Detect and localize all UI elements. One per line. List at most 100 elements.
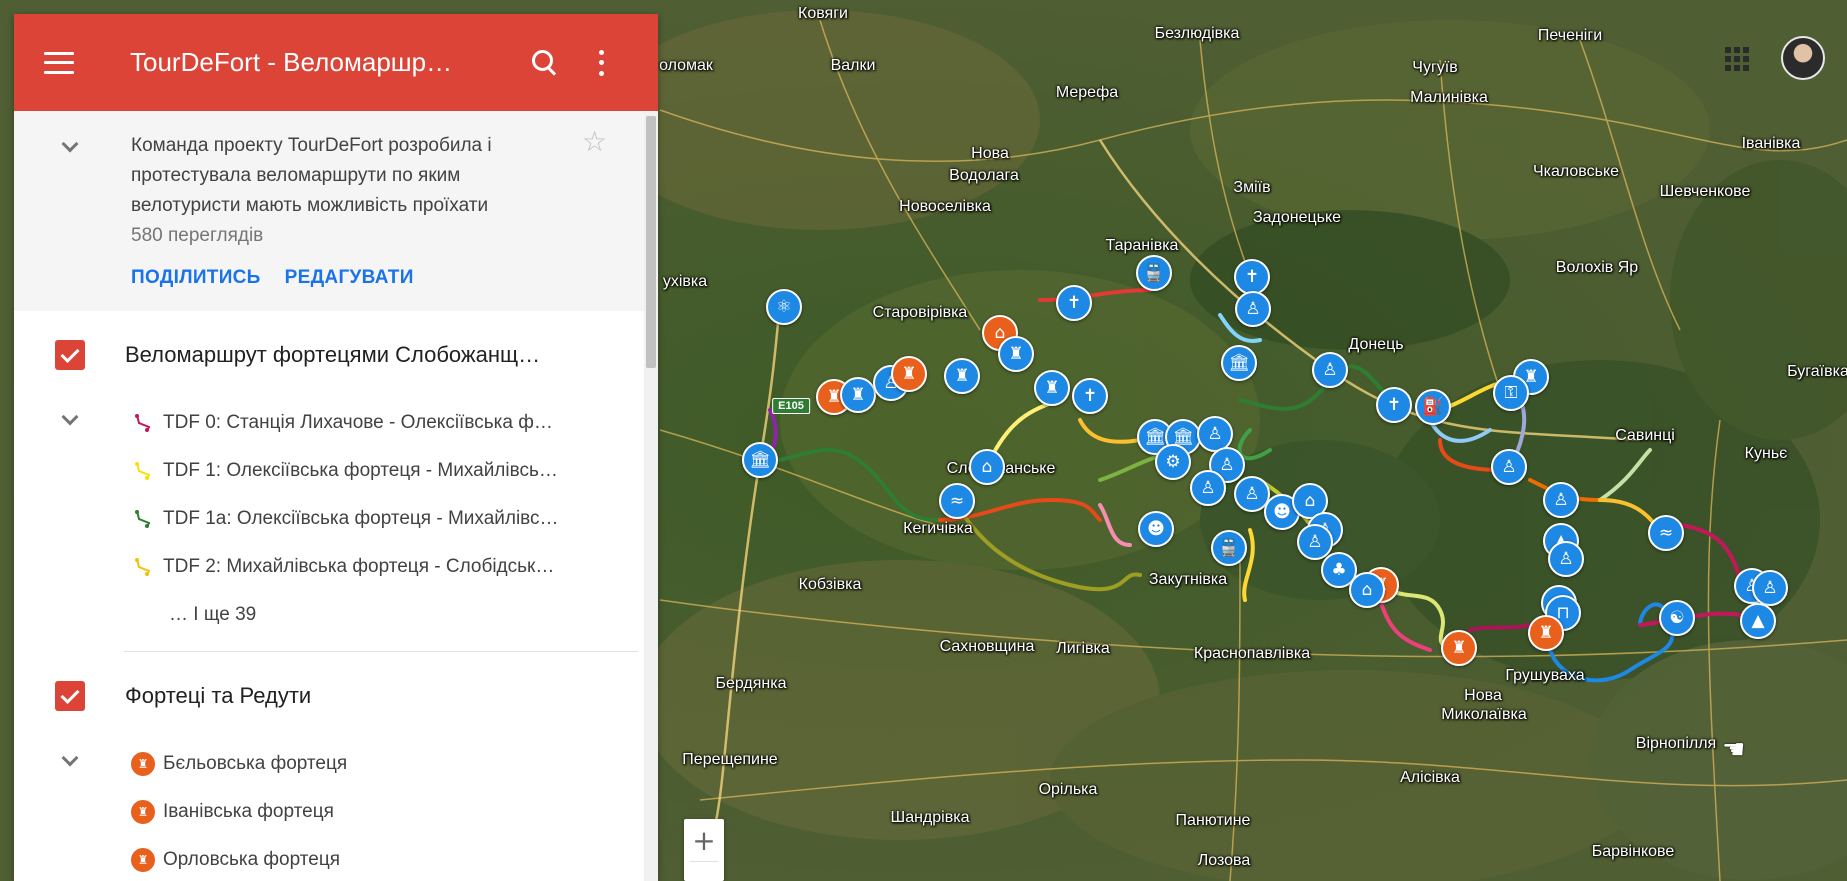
place-label: Нова xyxy=(1464,687,1502,704)
cross-icon[interactable]: ✝ xyxy=(1056,285,1092,321)
mountain-icon[interactable]: ▲ xyxy=(1740,603,1776,639)
list-item[interactable]: ♜ Іванівська фортеця xyxy=(14,788,658,836)
edit-button[interactable]: РЕДАГУВАТИ xyxy=(285,267,414,289)
place-label: Шевченкове xyxy=(1659,183,1751,200)
place-label: Миколаївка xyxy=(1441,706,1527,723)
monument-icon[interactable]: ♙ xyxy=(1235,291,1271,327)
place-label: Печеніги xyxy=(1537,27,1603,44)
fort-icon[interactable]: ♜ xyxy=(840,377,876,413)
place-label: оломак xyxy=(659,57,713,74)
atom-icon[interactable]: ⚛ xyxy=(766,289,802,325)
fort-icon[interactable]: ♜ xyxy=(944,358,980,394)
monument-icon[interactable]: ♙ xyxy=(1543,482,1579,518)
monument-icon[interactable]: ♙ xyxy=(1491,449,1527,485)
zoom-control: + xyxy=(684,819,724,881)
train-icon[interactable]: 🚆 xyxy=(1211,530,1247,566)
menu-icon[interactable] xyxy=(44,51,74,74)
place-label: Шандрівка xyxy=(890,809,970,826)
fort-icon[interactable]: ♜ xyxy=(891,356,927,392)
place-label: Краснопавлівка xyxy=(1193,645,1311,662)
fort-icon: ♜ xyxy=(131,752,155,776)
place-label: Малинівка xyxy=(1410,89,1488,106)
place-label: Бугаївка xyxy=(1787,363,1847,380)
fort-icon[interactable]: ♜ xyxy=(1528,615,1564,651)
factory-icon[interactable]: ⚙ xyxy=(1155,444,1191,480)
monument-icon[interactable]: ♙ xyxy=(1312,352,1348,388)
place-label: Новоселівка xyxy=(899,198,991,215)
museum-icon[interactable]: 🏛 xyxy=(742,442,778,478)
swim-icon[interactable]: ≈ xyxy=(1648,515,1684,551)
place-label: Орілька xyxy=(1038,781,1098,798)
fort-icon[interactable]: ♜ xyxy=(1034,370,1070,406)
train-icon[interactable]: 🚆 xyxy=(1136,255,1172,291)
list-item[interactable]: TDF 2: Михайлівська фортеця - Слобідськ… xyxy=(14,543,658,591)
share-button[interactable]: ПОДІЛИТИСЬ xyxy=(131,267,261,289)
place-label: Лигівка xyxy=(1056,640,1110,657)
zoom-in-button[interactable]: + xyxy=(684,819,724,861)
layer-items: TDF 0: Станція Лихачове - Олексіївська ф… xyxy=(14,399,658,639)
monument-icon[interactable]: ♙ xyxy=(1190,470,1226,506)
place-label: Зміїв xyxy=(1233,179,1271,196)
zoom-divider xyxy=(690,861,718,862)
list-item-label: TDF 1a: Олексіївська фортеця - Михайлівс… xyxy=(163,508,559,529)
place-label: Бердянка xyxy=(715,675,787,692)
list-item[interactable]: TDF 1a: Олексіївська фортеця - Михайлівс… xyxy=(14,495,658,543)
map-title: TourDeFort - Веломаршр… xyxy=(130,47,453,77)
yoga-icon[interactable]: ☯ xyxy=(1659,600,1695,636)
place-label: Безлюдівка xyxy=(1154,25,1240,42)
place-label: уxівка xyxy=(662,273,708,290)
list-item-label: Іванівська фортеця xyxy=(163,801,334,822)
scrollbar-thumb[interactable] xyxy=(646,116,656,368)
list-item[interactable]: TDF 1: Олексіївська фортеця - Михайлівсь… xyxy=(14,447,658,495)
road-shield-e105: E105 xyxy=(772,398,810,414)
fort-icon[interactable]: ♜ xyxy=(998,336,1034,372)
description-actions: ПОДІЛИТИСЬ РЕДАГУВАТИ xyxy=(131,267,598,289)
place-label: Перещепине xyxy=(682,751,778,768)
search-icon[interactable] xyxy=(530,48,560,78)
layer-checkbox[interactable] xyxy=(55,681,85,711)
apps-grid-icon[interactable] xyxy=(1722,44,1750,72)
panel-header: TourDeFort - Веломаршр… xyxy=(14,14,658,111)
shop-icon[interactable]: ⌂ xyxy=(1349,572,1385,608)
panel-scrollbar[interactable] xyxy=(644,112,658,881)
shop-icon[interactable]: ⌂ xyxy=(969,449,1005,485)
museum-icon[interactable]: 🏛 xyxy=(1221,345,1257,381)
oil-icon[interactable]: ⛽ xyxy=(1415,389,1451,425)
monument-icon[interactable]: ♙ xyxy=(1548,541,1584,577)
place-label: Волохів Яр xyxy=(1555,259,1639,276)
route-line-icon xyxy=(131,459,155,483)
layer-title: Фортеці та Редути xyxy=(125,683,312,708)
swim-icon[interactable]: ≈ xyxy=(939,483,975,519)
layer-checkbox[interactable] xyxy=(55,340,85,370)
chevron-down-icon[interactable] xyxy=(61,135,79,153)
place-label: Закутнівка xyxy=(1148,571,1228,588)
cross-icon[interactable]: ✝ xyxy=(1234,259,1270,295)
list-item-label: Бєльовська фортеця xyxy=(163,753,348,774)
star-icon[interactable]: ☆ xyxy=(582,125,607,158)
fort-icon[interactable]: ♜ xyxy=(1441,630,1477,666)
user-avatar[interactable] xyxy=(1781,36,1825,80)
place-label: Грушуваха xyxy=(1505,667,1585,684)
place-label: Кобзівка xyxy=(798,576,862,593)
place-label: Таранівка xyxy=(1105,237,1179,254)
tower-icon[interactable]: ⚿ xyxy=(1493,375,1529,411)
alien-icon[interactable]: ☻ xyxy=(1138,511,1174,547)
list-item-label: TDF 1: Олексіївська фортеця - Михайлівсь… xyxy=(163,460,558,481)
place-label: Нова xyxy=(971,145,1009,162)
show-more-link[interactable]: … І ще 39 xyxy=(14,591,658,639)
more-vert-icon[interactable] xyxy=(598,49,604,76)
list-item-label: Орловська фортеця xyxy=(163,849,340,870)
place-label: Водолага xyxy=(949,167,1019,184)
list-item[interactable]: TDF 0: Станція Лихачове - Олексіївська ф… xyxy=(14,399,658,447)
layer-items: ♜ Бєльовська фортеця ♜ Іванівська фортец… xyxy=(14,740,658,881)
place-label: Задонецьке xyxy=(1252,209,1342,226)
cross-icon[interactable]: ✝ xyxy=(1376,387,1412,423)
map-legend-panel: TourDeFort - Веломаршр… Команда проекту … xyxy=(14,14,658,881)
list-item[interactable]: ♜ Бєльовська фортеця xyxy=(14,740,658,788)
fort-icon: ♜ xyxy=(131,848,155,872)
monument-icon[interactable]: ♙ xyxy=(1752,570,1788,606)
place-label: Куньє xyxy=(1744,445,1788,462)
cross-icon[interactable]: ✝ xyxy=(1072,378,1108,414)
layer-header: Веломаршрут фортецями Слобожанщ… xyxy=(14,311,658,399)
list-item[interactable]: ♜ Орловська фортеця xyxy=(14,836,658,881)
